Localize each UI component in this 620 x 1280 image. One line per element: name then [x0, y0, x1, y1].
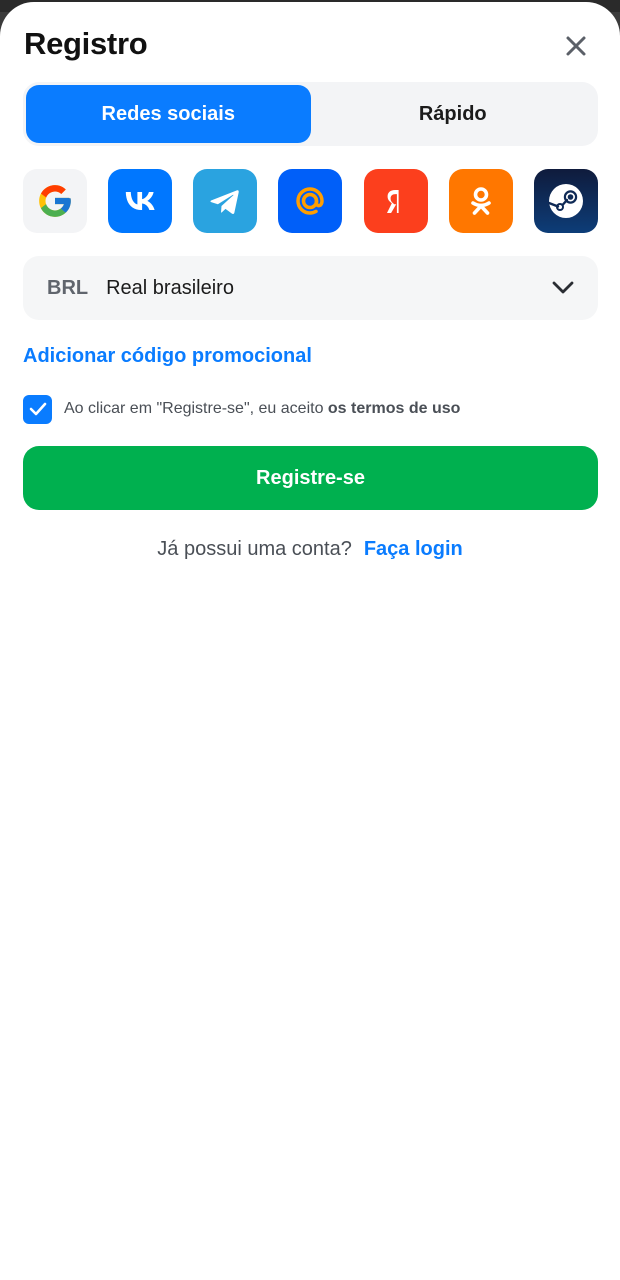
login-row: Já possui uma conta? Faça login: [0, 536, 620, 562]
terms-label: Ao clicar em "Registre-se", eu aceito os…: [64, 400, 460, 418]
tab-quick[interactable]: Rápido: [311, 85, 596, 143]
social-login-row: [23, 169, 598, 233]
page-title: Registro: [24, 26, 148, 61]
login-question: Já possui uma conta?: [157, 537, 352, 560]
mail-ru-button[interactable]: [278, 169, 343, 233]
terms-text: Ao clicar em "Registre-se", eu aceito: [64, 400, 328, 417]
registration-tabs: Redes sociais Rápido: [23, 82, 598, 146]
add-promo-code-link[interactable]: Adicionar código promocional: [23, 345, 312, 368]
currency-code: BRL: [47, 276, 89, 299]
terms-checkbox[interactable]: [23, 394, 52, 424]
telegram-icon: [210, 190, 240, 214]
google-icon: [39, 185, 71, 217]
steam-button[interactable]: [533, 169, 598, 233]
yandex-button[interactable]: [363, 169, 428, 233]
check-icon: [29, 402, 46, 416]
chevron-down-icon: [552, 281, 574, 294]
terms-of-use-link[interactable]: os termos de uso: [328, 400, 460, 417]
tab-social-networks[interactable]: Redes sociais: [26, 85, 311, 143]
currency-name: Real brasileiro: [106, 276, 234, 299]
google-button[interactable]: [23, 169, 87, 233]
vk-button[interactable]: [108, 169, 173, 233]
terms-row: Ao clicar em "Registre-se", eu aceito os…: [23, 394, 598, 424]
odnoklassniki-icon: [470, 187, 491, 215]
login-link[interactable]: Faça login: [364, 538, 463, 561]
odnoklassniki-button[interactable]: [448, 169, 513, 233]
vk-icon: [125, 192, 155, 210]
steam-icon: [547, 184, 583, 218]
registration-sheet: Registro Redes sociais Rápido BRL Real b…: [0, 2, 620, 1280]
currency-select[interactable]: BRL Real brasileiro: [23, 256, 598, 320]
close-icon: [566, 36, 586, 56]
sheet-header: Registro: [24, 26, 596, 70]
close-button[interactable]: [560, 30, 592, 62]
telegram-button[interactable]: [193, 169, 258, 233]
register-button[interactable]: Registre-se: [23, 446, 598, 510]
mail-ru-icon: [296, 187, 325, 215]
yandex-icon: [386, 190, 399, 213]
